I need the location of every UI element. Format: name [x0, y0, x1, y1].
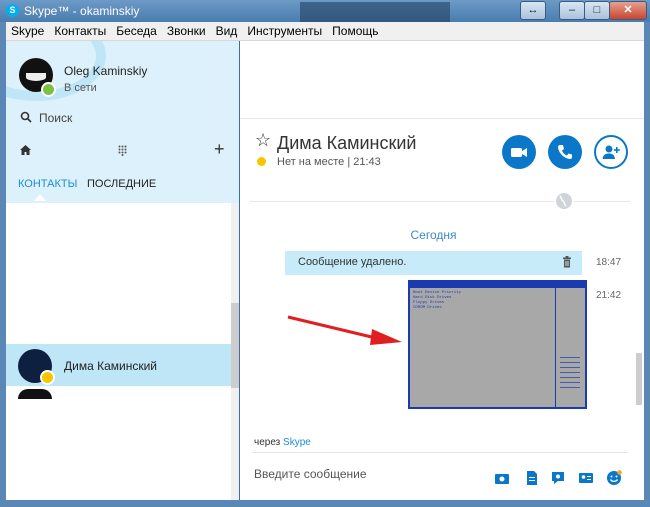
- image-message-time: 21:42: [596, 290, 622, 301]
- globe-icon[interactable]: [554, 191, 574, 211]
- bios-help-keys: [560, 357, 580, 392]
- input-separator: [252, 452, 628, 453]
- menu-view[interactable]: Вид: [211, 22, 243, 40]
- contact-name: Дима Каминский: [64, 359, 157, 373]
- phone-icon: [558, 145, 572, 159]
- close-button[interactable]: ✕: [609, 1, 647, 20]
- home-icon[interactable]: [19, 144, 32, 156]
- window-title: Skype™ - okaminskiy: [24, 4, 140, 18]
- menu-help[interactable]: Помощь: [327, 22, 383, 40]
- title-bar-background: [300, 2, 450, 22]
- away-status-icon: [40, 370, 55, 385]
- menu-tools[interactable]: Инструменты: [242, 22, 327, 40]
- window-frame-bottom: [0, 500, 650, 507]
- conversation-local-time: 21:43: [353, 156, 381, 168]
- profile-name[interactable]: Oleg Kaminskiy: [64, 64, 147, 78]
- video-camera-icon: [511, 148, 527, 157]
- shared-image-bios-screenshot[interactable]: Boot Device Priority Hard Disk Drives Fl…: [408, 280, 587, 409]
- search-icon: [20, 111, 32, 123]
- date-separator: Сегодня: [410, 228, 457, 242]
- online-status-icon: [41, 82, 56, 97]
- chat-scrollbar-thumb[interactable]: [636, 353, 642, 405]
- annotation-arrow-icon: [287, 315, 402, 345]
- message-text: Сообщение удалено.: [298, 256, 407, 268]
- contact-avatar-partial: [18, 389, 52, 399]
- profile-status[interactable]: В сети: [64, 82, 97, 94]
- title-bar: S Skype™ - okaminskiy ↔ – □ ✕: [0, 0, 650, 22]
- search-input[interactable]: Поиск: [39, 111, 72, 125]
- trash-icon[interactable]: [562, 256, 572, 268]
- away-status-icon-small: [257, 157, 266, 166]
- send-file-icon[interactable]: [524, 470, 540, 486]
- add-people-button[interactable]: [594, 135, 628, 169]
- window-frame-right: [644, 22, 650, 507]
- add-icon[interactable]: +: [214, 139, 225, 160]
- menu-skype[interactable]: Skype: [6, 22, 49, 40]
- message-input[interactable]: Введите сообщение: [254, 467, 367, 481]
- message-time: 18:47: [596, 257, 622, 268]
- conversation-status: Нет на месте: [277, 156, 345, 168]
- header-separator: [240, 118, 644, 119]
- contact-item[interactable]: Дима Каминский: [6, 344, 231, 386]
- tab-contacts[interactable]: КОНТАКТЫ: [18, 178, 77, 190]
- skype-logo-icon: S: [6, 4, 19, 17]
- contacts-scrollbar-thumb[interactable]: [231, 303, 239, 388]
- audio-call-button[interactable]: [548, 135, 582, 169]
- video-call-button[interactable]: [502, 135, 536, 169]
- favorite-star-icon[interactable]: ☆: [255, 130, 271, 151]
- send-contacts-icon[interactable]: [578, 470, 594, 486]
- conversation-status-line: Нет на месте | 21:43: [277, 156, 381, 168]
- bios-divider: [555, 288, 556, 407]
- menu-conversation[interactable]: Беседа: [111, 22, 162, 40]
- video-message-icon[interactable]: [550, 470, 566, 486]
- sidebar: Oleg Kaminskiy В сети Поиск + КОНТАКТЫ П…: [6, 41, 239, 500]
- message-bubble[interactable]: Сообщение удалено.: [285, 251, 582, 275]
- menu-calls[interactable]: Звонки: [162, 22, 211, 40]
- tab-recent[interactable]: ПОСЛЕДНИЕ: [87, 178, 156, 190]
- bios-header-bar: [410, 282, 585, 288]
- resize-icon[interactable]: ↔: [520, 1, 546, 20]
- emoticon-icon[interactable]: [606, 470, 622, 486]
- minimize-button[interactable]: –: [559, 1, 585, 20]
- via-label: через Skype: [254, 437, 311, 448]
- conversation-title: Дима Каминский: [277, 133, 417, 153]
- dialpad-icon[interactable]: [118, 145, 127, 156]
- maximize-button[interactable]: □: [584, 1, 610, 20]
- tab-indicator: [34, 194, 46, 201]
- send-photo-icon[interactable]: [494, 470, 510, 486]
- conversation-pane: ☆ Дима Каминский Нет на месте | 21:43 Се…: [240, 41, 644, 500]
- add-person-icon: [602, 145, 620, 159]
- bios-menu: Boot Device Priority Hard Disk Drives Fl…: [413, 291, 462, 310]
- menu-contacts[interactable]: Контакты: [49, 22, 111, 40]
- menu-bar: Skype Контакты Беседа Звонки Вид Инструменты П…: [6, 22, 644, 41]
